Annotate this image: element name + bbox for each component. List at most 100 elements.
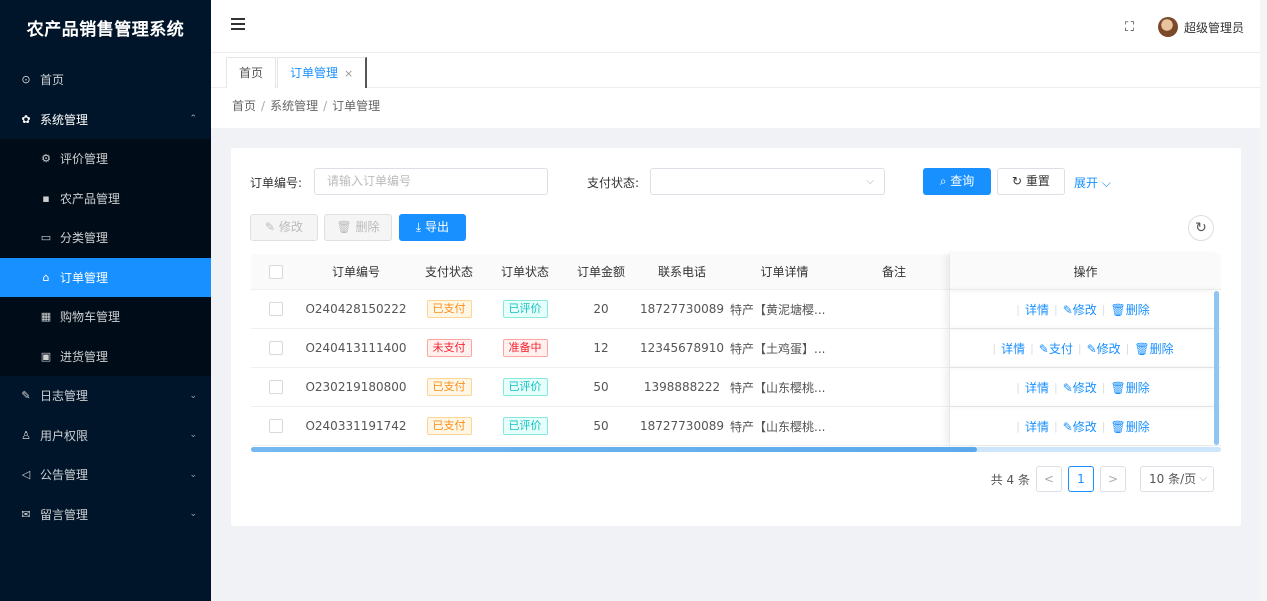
column-header: 订单编号: [331, 265, 380, 279]
export-button[interactable]: ⤓ 导出: [399, 214, 466, 241]
sidebar-item-orders[interactable]: ⌂ 订单管理: [0, 257, 211, 297]
query-button[interactable]: ⌕ 查询: [923, 168, 991, 195]
row-checkbox-cell: [251, 341, 301, 355]
page-scrollbar[interactable]: [1260, 0, 1267, 601]
table-row: O240331191742 已支付 已评价 50 18727730089 特产【…: [251, 407, 1221, 446]
order-status-cell: 已评价: [487, 300, 563, 318]
edit-link[interactable]: ✎修改: [1063, 418, 1097, 435]
detail-link[interactable]: 详情: [1025, 301, 1049, 318]
chevron-up-icon: ⌃: [189, 114, 197, 125]
mail-icon: ✉: [21, 507, 31, 521]
orders-table: 订单编号 支付状态 订单状态 订单金额 联系电话 订单详情 备注 操作 O240…: [251, 253, 1221, 446]
sidebar-item-label: 农产品管理: [60, 191, 121, 206]
table-vertical-scrollbar[interactable]: [1214, 291, 1219, 445]
breadcrumb-item[interactable]: 首页: [232, 99, 256, 113]
sidebar-item-logs[interactable]: ✎ 日志管理 ⌄: [0, 376, 211, 416]
main-card: 订单编号: 请输入订单编号 支付状态: ⌵ ⌕ 查询 ↻ 重置 展开 ⌵ ✎ 修…: [231, 148, 1241, 526]
column-header-label: 操作: [1073, 265, 1098, 279]
sidebar-item-home[interactable]: ⊙ 首页: [0, 60, 211, 100]
delete-link[interactable]: 🗑删除: [1111, 379, 1150, 396]
delete-button[interactable]: 🗑 删除: [324, 214, 392, 241]
column-header: 操作: [949, 253, 1221, 290]
row-checkbox[interactable]: [269, 302, 283, 316]
edit-icon: ✎: [265, 220, 279, 234]
order-status-cell: 已评价: [487, 378, 563, 396]
column-header: 备注: [881, 265, 906, 279]
sidebar-item-label: 评价管理: [60, 152, 109, 167]
delete-link[interactable]: 🗑删除: [1111, 418, 1150, 435]
sidebar-item-label: 日志管理: [40, 389, 89, 404]
edit-link[interactable]: ✎修改: [1063, 301, 1097, 318]
tab-orders[interactable]: 订单管理 ×: [277, 57, 368, 88]
delete-link-label: 删除: [1125, 302, 1150, 317]
search-icon: ⌕: [939, 174, 951, 188]
pay-status-cell: 已支付: [411, 300, 487, 318]
avatar[interactable]: [1157, 17, 1178, 37]
sidebar-item-notices[interactable]: ◁ 公告管理 ⌄: [0, 455, 211, 495]
delete-link[interactable]: 🗑删除: [1134, 340, 1173, 357]
order-no-input[interactable]: 请输入订单编号: [314, 168, 548, 195]
close-icon[interactable]: ×: [344, 67, 353, 80]
detail-link[interactable]: 详情: [1025, 379, 1049, 396]
chevron-down-icon: ⌵: [1199, 473, 1207, 484]
edit-button[interactable]: ✎ 修改: [250, 214, 318, 241]
sidebar-item-purchase[interactable]: ▣ 进货管理: [0, 337, 211, 377]
delete-link[interactable]: 🗑删除: [1111, 301, 1150, 318]
column-header: 支付状态: [424, 265, 473, 279]
row-checkbox[interactable]: [269, 380, 283, 394]
pay-status-badge: 已支付: [426, 378, 472, 396]
detail-link[interactable]: 详情: [1025, 418, 1049, 435]
tab-home[interactable]: 首页: [226, 57, 277, 88]
refresh-icon[interactable]: ↻: [1188, 215, 1214, 241]
pay-status-select[interactable]: ⌵: [650, 168, 885, 195]
order-status-cell: 准备中: [487, 339, 563, 357]
app-title: 农产品销售管理系统: [26, 20, 185, 40]
edit-link-label: 修改: [1072, 302, 1097, 317]
pay-link[interactable]: ✎支付: [1039, 340, 1073, 357]
next-page-button[interactable]: >: [1100, 466, 1126, 492]
reset-button[interactable]: ↻ 重置: [997, 168, 1065, 195]
edit-link[interactable]: ✎修改: [1063, 379, 1097, 396]
dashboard-icon: ⊙: [21, 73, 31, 87]
table-horizontal-scrollbar[interactable]: [251, 447, 1221, 452]
order-status-badge: 已评价: [502, 300, 548, 318]
scrollbar-thumb[interactable]: [251, 447, 977, 452]
edit-link[interactable]: ✎修改: [1087, 340, 1121, 357]
sidebar-item-label: 订单管理: [60, 270, 109, 285]
page-1-button[interactable]: 1: [1068, 466, 1094, 492]
select-all-checkbox[interactable]: [269, 264, 283, 279]
page-size-select[interactable]: 10 条/页 ⌵: [1140, 466, 1214, 492]
sidebar-item-messages[interactable]: ✉ 留言管理 ⌄: [0, 495, 211, 535]
sidebar-item-reviews[interactable]: ⚙ 评价管理: [0, 139, 211, 179]
tab-label: 订单管理: [290, 66, 339, 80]
row-checkbox[interactable]: [269, 419, 283, 433]
edit-link-label: 修改: [1072, 380, 1097, 395]
sidebar-item-products[interactable]: ▪ 农产品管理: [0, 179, 211, 219]
settings-icon: ⚙: [41, 152, 51, 166]
phone: 18727730089: [640, 419, 724, 433]
breadcrumb-item[interactable]: 系统管理: [270, 99, 318, 113]
chevron-down-icon: ⌄: [189, 430, 197, 441]
select-all-checkbox-cell: [251, 264, 301, 279]
edit-icon: ✎: [1062, 419, 1073, 434]
trash-icon: 🗑: [336, 220, 356, 234]
username[interactable]: 超级管理员: [1184, 19, 1244, 36]
row-checkbox-cell: [251, 302, 301, 316]
sidebar-item-system[interactable]: ✿ 系统管理 ⌃: [0, 100, 211, 140]
total-count: 共 4 条: [990, 472, 1030, 487]
column-header: 订单金额: [576, 265, 625, 279]
fullscreen-icon[interactable]: ⛶: [1125, 20, 1134, 35]
sidebar-item-permissions[interactable]: ♙ 用户权限 ⌄: [0, 416, 211, 456]
sidebar-item-cart[interactable]: ▦ 购物车管理: [0, 297, 211, 337]
edit-label: 修改: [278, 220, 303, 234]
menu-fold-icon[interactable]: [231, 18, 245, 32]
order-status-badge: 准备中: [502, 339, 548, 357]
prev-page-button[interactable]: <: [1036, 466, 1062, 492]
expand-link[interactable]: 展开 ⌵: [1074, 174, 1111, 191]
row-checkbox[interactable]: [269, 341, 283, 355]
detail-link[interactable]: 详情: [1001, 340, 1025, 357]
sidebar-item-categories[interactable]: ▭ 分类管理: [0, 218, 211, 258]
order-detail: 特产【山东樱桃...: [730, 380, 826, 395]
order-no: O240428150222: [305, 302, 407, 316]
order-no: O240331191742: [305, 419, 407, 433]
